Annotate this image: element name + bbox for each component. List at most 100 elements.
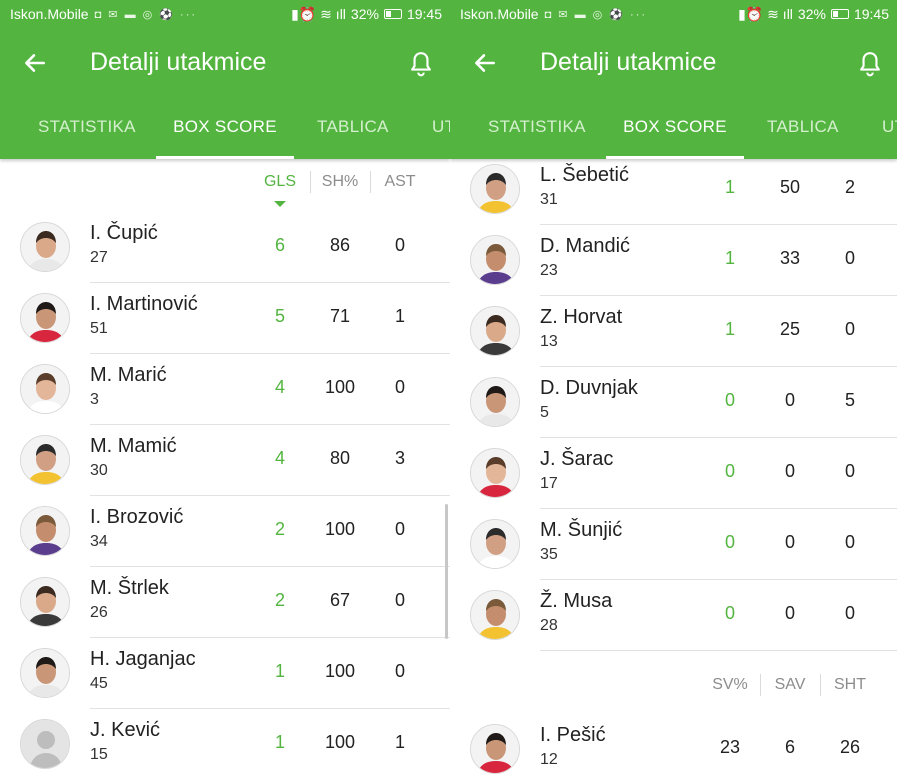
stat-ast: 3 [394,448,405,468]
tab-tablica[interactable]: TABLICA [767,100,839,159]
avatar [20,648,70,698]
stat-sh: 100 [324,377,356,397]
stat-gls: 1 [724,248,735,268]
stat-sht: 26 [839,737,861,757]
player-row[interactable]: M. Šunjić 35 0 0 0 [450,509,897,580]
avatar [470,724,520,774]
tab-box-score[interactable]: BOX SCORE [156,100,294,159]
stat-ast: 0 [394,377,405,397]
player-row[interactable]: D. Mandić 23 1 33 0 [450,225,897,296]
stat-sh: 50 [779,177,801,197]
player-row[interactable]: H. Jaganjac 45 1 100 0 [0,638,450,709]
row-divider [540,650,897,651]
tab-box-score[interactable]: BOX SCORE [606,100,744,159]
player-name: Z. Horvat [540,306,623,328]
tab-ut[interactable]: UT [882,100,897,159]
player-name: M. Štrlek [90,577,169,599]
player-number: 31 [540,191,558,208]
avatar [470,306,520,356]
bell-icon[interactable] [408,50,434,78]
avatar [20,506,70,556]
tab-bar: STATISTIKA BOX SCORE TABLICA UT [450,100,897,159]
player-row[interactable]: J. Kević 15 1 100 1 [0,709,450,776]
column-header-sv[interactable]: SV% [700,676,760,694]
player-row[interactable]: M. Štrlek 26 2 67 0 [0,567,450,638]
sort-desc-icon [274,201,286,207]
player-name: J. Šarac [540,448,614,470]
player-name: H. Jaganjac [90,648,196,670]
column-header-sh[interactable]: SH% [310,173,370,191]
stat-gls: 2 [274,519,285,539]
avatar [470,590,520,640]
status-bar: Iskon.Mobile ◘ ✉ ▬ ◎ ⚽ ··· ▮⏰ ≋ ıll 32% … [0,0,450,28]
player-name: M. Marić [90,364,167,386]
player-number: 51 [90,320,108,337]
carrier-name: Iskon.Mobile [460,6,539,22]
signal-icon: ▮⏰ ≋ ıll [738,5,793,22]
notification-icons: ◘ ✉ ▬ ◎ ⚽ ··· [94,8,198,21]
player-row[interactable]: J. Šarac 17 0 0 0 [450,438,897,509]
player-row[interactable]: D. Duvnjak 5 0 0 5 [450,367,897,438]
stat-gls: 6 [274,235,285,255]
scrollbar[interactable] [445,504,448,639]
stat-ast: 0 [844,319,855,339]
avatar [470,164,520,214]
tab-statistika[interactable]: STATISTIKA [488,100,586,159]
player-row[interactable]: Ž. Musa 28 0 0 0 [450,580,897,651]
stat-gls: 1 [724,177,735,197]
player-row[interactable]: I. Martinović 51 5 71 1 [0,283,450,354]
stat-gls: 1 [274,732,285,752]
battery-icon [383,9,402,19]
player-number: 13 [540,333,558,350]
avatar [20,577,70,627]
player-number: 12 [540,751,558,768]
stat-ast: 0 [844,248,855,268]
stat-gls: 1 [724,319,735,339]
stat-gls: 0 [724,603,735,623]
player-row[interactable]: Z. Horvat 13 1 25 0 [450,296,897,367]
player-name: I. Martinović [90,293,198,315]
stat-ast: 0 [394,661,405,681]
player-name: M. Šunjić [540,519,623,541]
player-number: 23 [540,262,558,279]
player-name: I. Čupić [90,222,158,244]
column-header-ast[interactable]: AST [370,173,430,191]
column-header-sav[interactable]: SAV [760,676,820,694]
avatar [470,235,520,285]
player-number: 17 [540,475,558,492]
stat-gls: 0 [724,390,735,410]
bell-icon[interactable] [857,50,883,78]
column-header-sht[interactable]: SHT [820,676,880,694]
player-name: D. Mandić [540,235,631,257]
tab-bar: STATISTIKA BOX SCORE TABLICA UT [0,100,450,159]
player-row[interactable]: L. Šebetić 31 1 50 2 [450,159,897,225]
stat-sh: 71 [329,306,351,326]
player-number: 30 [90,462,108,479]
signal-icon: ▮⏰ ≋ ıll [291,5,346,22]
stat-gls: 4 [274,377,285,397]
avatar [20,222,70,272]
stat-ast: 1 [394,732,405,752]
player-row[interactable]: M. Marić 3 4 100 0 [0,354,450,425]
player-row[interactable]: I. Pešić 12 23 6 26 [450,714,897,776]
stat-sh: 33 [779,248,801,268]
player-row[interactable]: M. Mamić 30 4 80 3 [0,425,450,496]
tab-statistika[interactable]: STATISTIKA [38,100,136,159]
tab-ut[interactable]: UT [432,100,450,159]
player-number: 28 [540,617,558,634]
stat-ast: 0 [844,603,855,623]
avatar [470,519,520,569]
app-bar: Detalji utakmice [0,28,450,100]
column-header-gls[interactable]: GLS [250,173,310,191]
stat-sh: 0 [784,461,795,481]
arrow-left-icon[interactable] [22,50,48,76]
player-row[interactable]: I. Čupić 27 6 86 0 [0,212,450,283]
tab-tablica[interactable]: TABLICA [317,100,389,159]
player-row[interactable]: I. Brozović 34 2 100 0 [0,496,450,567]
arrow-left-icon[interactable] [472,50,498,76]
stat-ast: 2 [844,177,855,197]
app-bar: Detalji utakmice [450,28,897,100]
stat-sh: 0 [784,603,795,623]
player-name: Ž. Musa [540,590,613,612]
stat-sh: 86 [329,235,351,255]
